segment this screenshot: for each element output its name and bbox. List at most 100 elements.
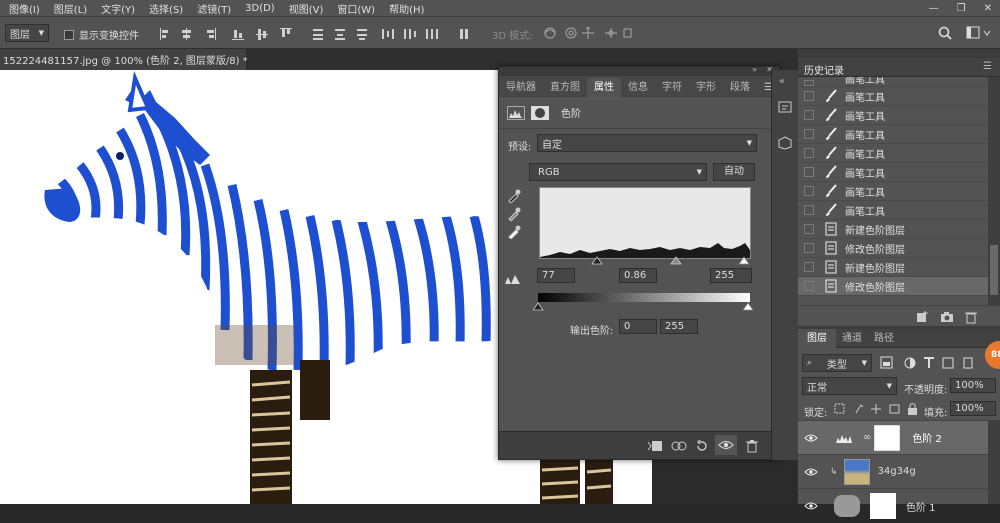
document-tab[interactable]: 152224481157.jpg @ 100% (色阶 2, 图层蒙版/8) *… [0,49,264,70]
align-distribute-icons[interactable] [158,26,478,42]
reset-icon[interactable] [695,439,709,453]
restore-icon[interactable]: ❐ [957,3,966,14]
history-snapshot-checkbox[interactable] [804,167,814,177]
history-snapshot-checkbox[interactable] [804,186,814,196]
history-snapshot-checkbox[interactable] [804,91,814,101]
layer-row-selected[interactable]: ∞ 色阶 2 [798,421,988,455]
lock-icons[interactable] [834,402,924,416]
menu-layer[interactable]: 图层(L) [47,1,94,16]
tab-glyphs[interactable]: 字形 [689,78,723,98]
history-item-current[interactable]: 修改色阶图层 [798,277,988,296]
minimize-icon[interactable]: — [929,3,939,14]
menu-type[interactable]: 文字(Y) [94,1,142,16]
fill-field[interactable]: 100% [950,401,996,416]
history-item[interactable]: 画笔工具 [798,106,988,125]
history-panel-icon[interactable] [778,100,792,114]
menu-window[interactable]: 窗口(W) [330,1,382,16]
history-item[interactable]: 新建色阶图层 [798,258,988,277]
trash-icon[interactable] [745,439,759,453]
layer-row[interactable]: ↳ 34g34g [798,455,988,489]
history-item[interactable]: 画笔工具 [798,182,988,201]
history-item[interactable]: 画笔工具 [798,87,988,106]
history-snapshot-checkbox[interactable] [804,129,814,139]
blend-mode-dropdown[interactable]: 正常 ▼ [802,377,897,395]
tab-histogram[interactable]: 直方图 [543,78,587,98]
output-black-field[interactable]: 0 [619,319,657,334]
menu-select[interactable]: 选择(S) [142,1,190,16]
history-item[interactable]: 画笔工具 [798,77,988,87]
history-snapshot-checkbox[interactable] [804,148,814,158]
tab-paragraph[interactable]: 段落 [723,78,757,98]
opacity-field[interactable]: 100% [950,378,996,393]
layer-name[interactable]: 34g34g [878,466,916,477]
workspace-icon[interactable] [966,26,992,43]
clip-to-layer-icon[interactable] [647,439,663,453]
input-slider[interactable] [539,256,754,266]
layer-name[interactable]: 色阶 2 [912,430,942,445]
collapse-panel-icon[interactable]: » [752,65,757,74]
input-black-field[interactable]: 77 [537,268,575,283]
new-document-from-state-icon[interactable] [916,310,930,324]
layer-filter-icons[interactable] [880,356,980,370]
menu-help[interactable]: 帮助(H) [382,1,431,16]
history-snapshot-checkbox[interactable] [804,224,814,234]
history-item[interactable]: 画笔工具 [798,163,988,182]
search-icon[interactable] [938,26,952,43]
mask-icon[interactable] [531,105,549,120]
black-eyedropper-icon[interactable] [507,189,521,203]
input-gamma-field[interactable]: 0.86 [619,268,657,283]
history-item[interactable]: 画笔工具 [798,201,988,220]
history-snapshot-checkbox[interactable] [804,205,814,215]
layers-scrollbar[interactable] [988,420,1000,504]
history-snapshot-checkbox[interactable] [804,110,814,120]
show-transform-controls[interactable]: 显示变换控件 [64,27,139,42]
collapse-dock-icon[interactable]: « [779,76,785,87]
auto-select-dropdown[interactable]: 图层 ▼ [5,24,49,42]
history-scrollbar[interactable] [988,77,1000,305]
output-slider[interactable] [533,302,755,312]
tab-navigator[interactable]: 导航器 [499,78,543,98]
history-title[interactable]: 历史记录 [804,62,844,77]
auto-button[interactable]: 自动 [713,163,755,181]
gray-eyedropper-icon[interactable] [507,207,521,221]
channel-dropdown[interactable]: RGB ▼ [529,163,707,181]
layer-mask-thumbnail[interactable] [870,493,896,519]
menu-filter[interactable]: 滤镜(T) [190,1,238,16]
tab-channels[interactable]: 通道 [838,329,866,348]
3d-mode-icons[interactable] [542,25,632,41]
menu-3d[interactable]: 3D(D) [238,3,282,14]
layer-filter-dropdown[interactable]: ⌕ 类型 ▼ [802,354,872,372]
history-item[interactable]: 画笔工具 [798,144,988,163]
tab-info[interactable]: 信息 [621,78,655,98]
panel-menu-icon[interactable]: ☰ [983,61,992,72]
history-snapshot-checkbox[interactable] [804,262,814,272]
levels-icon[interactable] [507,105,525,120]
chain-link-icon[interactable]: ∞ [863,432,871,443]
layer-mask-thumbnail[interactable] [874,424,901,451]
clip-warning-icon[interactable] [504,273,522,285]
toggle-visibility-button[interactable] [715,435,737,455]
output-white-field[interactable]: 255 [660,319,698,334]
history-snapshot-checkbox[interactable] [804,80,814,86]
tab-properties[interactable]: 属性 [587,78,621,98]
tab-layers[interactable]: 图层 [798,329,836,348]
eye-icon[interactable] [804,501,818,511]
history-list[interactable]: 画笔工具 画笔工具 画笔工具 画笔工具 画笔工具 画笔工具 画笔工具 画笔工具 [798,77,988,305]
history-snapshot-checkbox[interactable] [804,281,814,291]
3d-panel-icon[interactable] [778,136,792,150]
input-white-field[interactable]: 255 [710,268,752,283]
menu-view[interactable]: 视图(V) [282,1,331,16]
layer-name[interactable]: 色阶 1 [906,499,936,514]
tab-character[interactable]: 字符 [655,78,689,98]
eye-icon[interactable] [804,467,818,477]
show-transform-checkbox[interactable] [64,29,74,40]
history-item[interactable]: 新建色阶图层 [798,220,988,239]
eye-icon[interactable] [804,433,818,443]
trash-icon[interactable] [964,310,978,324]
white-eyedropper-icon[interactable] [507,225,521,239]
menu-image[interactable]: 图像(I) [2,1,47,16]
history-snapshot-checkbox[interactable] [804,243,814,253]
history-item[interactable]: 画笔工具 [798,125,988,144]
tab-paths[interactable]: 路径 [870,329,898,348]
view-previous-state-icon[interactable] [671,439,687,453]
